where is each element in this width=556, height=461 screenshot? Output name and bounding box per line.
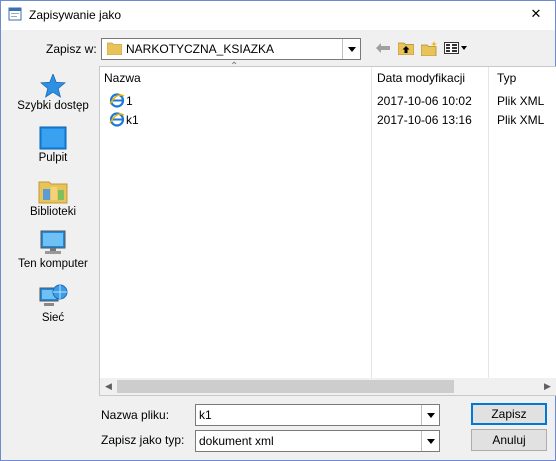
ie-xml-icon — [109, 112, 125, 127]
chevron-down-icon[interactable] — [421, 405, 439, 425]
view-menu-icon[interactable] — [443, 38, 469, 58]
back-arrow-icon[interactable] — [375, 38, 391, 58]
places-bar: Szybki dostęp Pulpit Biblioteki Ten komp… — [9, 68, 97, 398]
place-label: Pulpit — [38, 152, 68, 164]
desktop-icon — [39, 126, 67, 150]
window-title: Zapisywanie jako — [29, 8, 122, 22]
close-button[interactable]: ✕ — [521, 3, 551, 25]
column-header-type[interactable]: Typ — [497, 67, 552, 89]
column-header-label: Typ — [497, 71, 517, 85]
place-label: Sieć — [41, 312, 65, 324]
place-this-pc[interactable]: Ten komputer — [9, 230, 97, 270]
save-in-value: NARKOTYCZNA_KSIAZKA — [126, 42, 275, 56]
column-header-label: Data modyfikacji — [377, 71, 466, 85]
place-label: Ten komputer — [18, 258, 88, 270]
column-header-label: Nazwa — [104, 71, 141, 85]
file-date: 2017-10-06 10:02 — [377, 94, 472, 108]
scroll-right-icon[interactable]: ▶ — [539, 378, 556, 395]
save-in-dropdown[interactable]: NARKOTYCZNA_KSIAZKA — [101, 38, 361, 60]
file-list[interactable]: ⌃ Nazwa Data modyfikacji Typ 1 2017-10-0… — [99, 61, 556, 396]
filename-combobox[interactable]: k1 — [195, 404, 440, 426]
file-name: k1 — [126, 113, 139, 127]
place-label: Szybki dostęp — [17, 100, 89, 112]
column-header-name[interactable]: Nazwa — [104, 67, 370, 89]
file-row[interactable]: k1 2017-10-06 13:16 Plik XML — [100, 111, 556, 129]
save-in-label: Zapisz w: — [46, 42, 97, 56]
cancel-button[interactable]: Anuluj — [471, 429, 547, 451]
up-folder-icon[interactable] — [397, 38, 415, 58]
save-as-dialog: Zapisywanie jako ✕ Zapisz w: NARKOTYCZNA… — [0, 0, 556, 461]
network-icon — [39, 284, 68, 306]
place-desktop[interactable]: Pulpit — [9, 126, 97, 164]
file-type: Plik XML — [497, 94, 545, 108]
filetype-label: Zapisz jako typ: — [101, 433, 185, 447]
save-button[interactable]: Zapisz — [471, 403, 547, 425]
place-network[interactable]: Sieć — [9, 282, 97, 324]
filename-label: Nazwa pliku: — [101, 408, 170, 422]
filetype-value: dokument xml — [199, 434, 274, 448]
ie-xml-icon — [109, 93, 125, 108]
computer-icon — [40, 230, 66, 254]
place-libraries[interactable]: Biblioteki — [9, 178, 97, 218]
place-quick-access[interactable]: Szybki dostęp — [9, 74, 97, 112]
horizontal-scrollbar[interactable]: ◀ ▶ — [100, 378, 556, 395]
libraries-icon — [38, 181, 68, 204]
file-name: 1 — [126, 94, 133, 108]
cancel-button-label: Anuluj — [492, 433, 526, 447]
filename-value: k1 — [199, 408, 212, 422]
folder-icon — [107, 42, 122, 55]
app-icon — [8, 7, 22, 21]
new-folder-icon[interactable] — [420, 38, 438, 58]
save-button-label: Zapisz — [491, 407, 527, 421]
quick-access-star-icon — [40, 74, 66, 98]
title-bar[interactable]: Zapisywanie jako ✕ — [1, 1, 555, 30]
place-label: Biblioteki — [29, 206, 77, 218]
chevron-down-icon[interactable] — [342, 39, 360, 59]
column-header-date[interactable]: Data modyfikacji — [377, 67, 487, 89]
close-icon: ✕ — [530, 6, 542, 21]
file-date: 2017-10-06 13:16 — [377, 113, 472, 127]
file-row[interactable]: 1 2017-10-06 10:02 Plik XML — [100, 92, 556, 110]
scrollbar-thumb[interactable] — [117, 380, 454, 393]
file-type: Plik XML — [497, 113, 545, 127]
chevron-down-icon[interactable] — [421, 431, 439, 451]
scroll-left-icon[interactable]: ◀ — [100, 378, 117, 395]
filetype-dropdown[interactable]: dokument xml — [195, 430, 440, 452]
